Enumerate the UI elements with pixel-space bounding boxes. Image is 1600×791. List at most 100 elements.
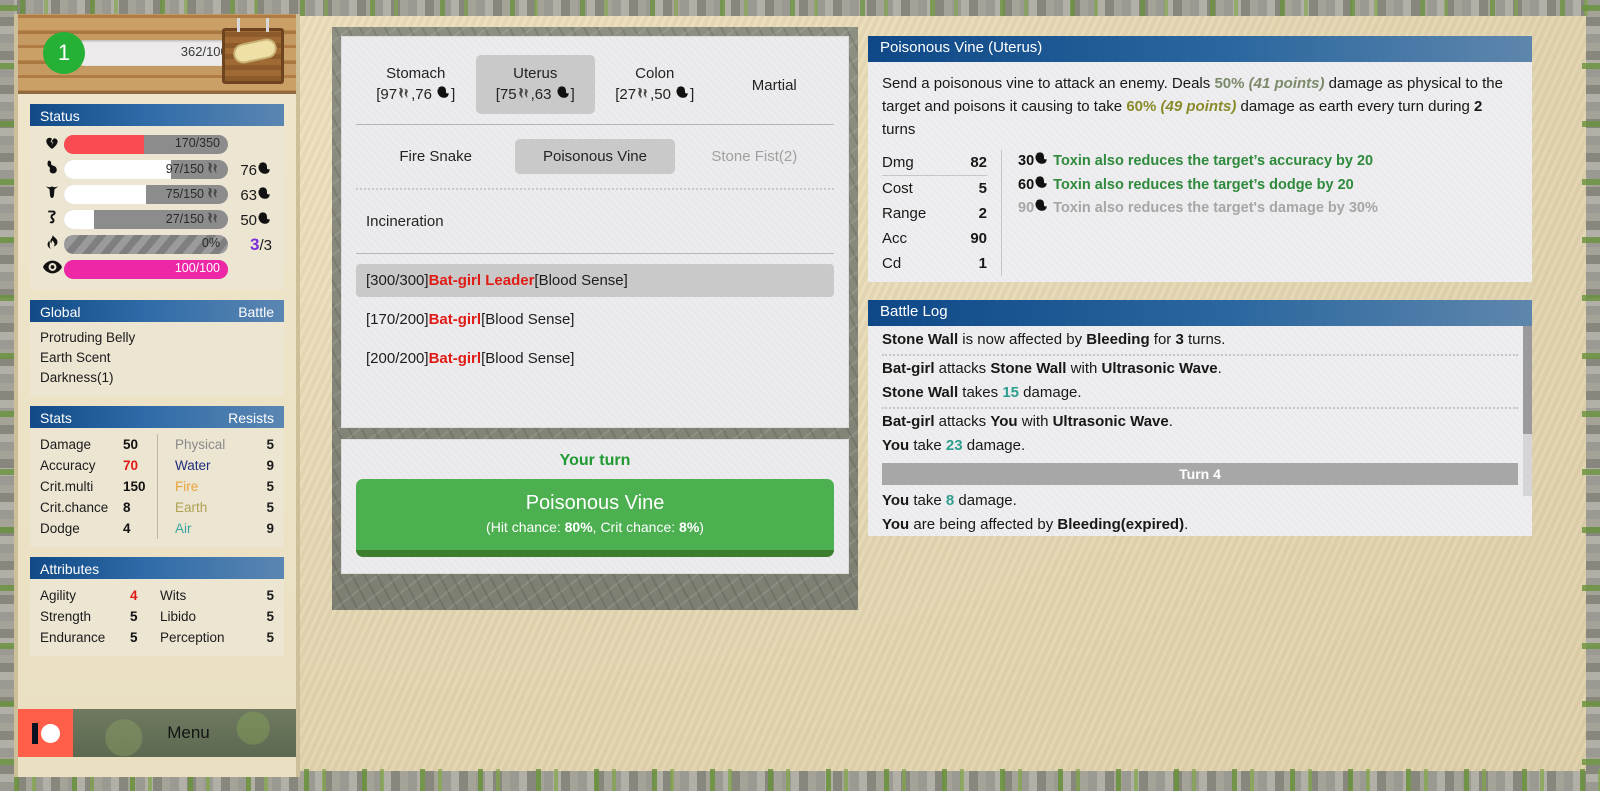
battle-log-scrollbar[interactable]: [1523, 326, 1532, 496]
patreon-dot: [40, 723, 60, 743]
enemy-target[interactable]: [170/200]Bat-girl[Blood Sense]: [356, 303, 834, 336]
resists-title: Resists: [228, 410, 274, 426]
ability-description-text: Send a poisonous vine to attack an enemy…: [882, 75, 1503, 138]
ability-fire-snake[interactable]: Fire Snake: [356, 139, 515, 174]
toxin-effect-text: Toxin also reduces the target’s accuracy…: [1053, 153, 1374, 169]
toxin-effect-text: Toxin also reduces the target's damage b…: [1053, 200, 1378, 216]
organ-tab-label: Uterus: [513, 65, 558, 82]
battle-log-line: You are being affected by Bleeding(expir…: [882, 516, 1189, 533]
border-left: [0, 0, 14, 791]
battle-log-line: Bat-girl attacks You with Ultrasonic Wav…: [882, 412, 1173, 430]
organ-tab-stomach[interactable]: Stomach [97,76 ]: [356, 55, 476, 114]
ability-description-panel: Poisonous Vine (Uterus) Send a poisonous…: [868, 36, 1532, 282]
poison-turns: 2: [1474, 98, 1483, 115]
turn-indicator: Your turn: [559, 452, 631, 469]
menu-button[interactable]: Menu: [73, 709, 296, 757]
resist-value: 5: [266, 437, 274, 452]
toxin-threshold: 60: [1018, 175, 1049, 193]
patreon-bar: [31, 722, 38, 744]
organ-tab-colon[interactable]: Colon [27,50 ]: [595, 55, 715, 114]
battle-log-line: Stone Wall is now affected by Bleeding f…: [882, 331, 1226, 348]
stats-card-body: Damage 50 Physical 5 Accuracy 70 Water 9 Crit.mu…: [30, 428, 284, 547]
stat-key: Crit.multi: [40, 479, 94, 494]
uterus-icon: [40, 183, 64, 206]
border-right: [1586, 0, 1600, 791]
resist-value: 5: [266, 500, 274, 515]
rope-right: [266, 18, 269, 32]
ability-row-1: Fire Snake Poisonous Vine Stone Fist(2): [356, 125, 834, 188]
status-bar-fill: [64, 135, 144, 154]
organ-tab-martial[interactable]: Martial: [715, 55, 835, 105]
global-card: Global Battle Protruding Belly Earth Scen…: [30, 300, 284, 396]
attribute-value: 5: [130, 630, 138, 645]
organ-tab-stats: [75,63 ]: [495, 86, 575, 103]
ability-row-2: Incineration: [356, 190, 834, 253]
combat-frame: Stomach [97,76 ] Uterus [75,63 ] Colon [27,50…: [332, 27, 858, 610]
stat-key: Crit.chance: [40, 500, 109, 515]
resist-key: Earth: [175, 500, 208, 515]
global-effects-list: Protruding Belly Earth Scent Darkness(1): [30, 322, 284, 396]
organ-tab-label: Stomach: [386, 65, 446, 82]
battle-log-body: Stone Wall is now affected by Bleeding f…: [868, 326, 1532, 536]
attribute-value: 5: [266, 609, 274, 624]
battle-log-scrollbar-thumb[interactable]: [1523, 326, 1532, 434]
status-bar-fill: [64, 160, 171, 179]
stats-separator: [157, 455, 165, 476]
use-ability-button[interactable]: Poisonous Vine (Hit chance: 80%, Crit ch…: [356, 479, 834, 557]
attributes-card: Attributes Agility 4 Wits 5 Strength 5 Libido 5…: [30, 557, 284, 656]
global-effect: Darkness(1): [40, 370, 114, 385]
status-row-extra: 63: [228, 186, 274, 204]
stats-separator: [157, 434, 165, 455]
stats-card: Stats Resists Damage 50 Physical 5 Accuracy 7…: [30, 406, 284, 547]
attribute-key: Perception: [160, 630, 225, 645]
toxin-threshold: 90: [1018, 199, 1049, 216]
ability-stat-key: Cd: [882, 255, 902, 272]
global-subtitle[interactable]: Battle: [238, 304, 274, 320]
status-bar-fill: [64, 210, 94, 229]
resist-key: Physical: [175, 437, 226, 452]
organ-tab-label: Martial: [751, 77, 797, 94]
attribute-key: Agility: [40, 588, 77, 603]
attribute-key: Endurance: [40, 630, 106, 645]
muscle-icon: [257, 211, 272, 228]
ability-stat-row: Dmg 82: [882, 150, 987, 176]
ability-poisonous-vine[interactable]: Poisonous Vine: [515, 139, 675, 174]
eye-icon: [40, 260, 64, 279]
toxin-threshold: 30: [1018, 152, 1049, 169]
enemy-target[interactable]: [300/300]Bat-girl Leader[Blood Sense]: [356, 264, 834, 297]
status-bar: 0%: [64, 235, 228, 254]
breath-icon: [206, 161, 220, 177]
hit-chance: 80%: [564, 519, 593, 535]
muscle-icon: [257, 161, 272, 178]
ability-stat-value: 90: [970, 230, 987, 247]
toxin-threshold-effect: 90 Toxin also reduces the target's damag…: [1018, 197, 1518, 221]
quest-scroll-icon[interactable]: [222, 18, 284, 84]
ability-incineration[interactable]: Incineration: [362, 204, 448, 239]
attribute-key: Wits: [160, 588, 187, 603]
ability-stat-value: 5: [978, 180, 987, 197]
enemy-name: Bat-girl Leader: [428, 272, 535, 289]
broken-heart-icon: [40, 134, 64, 156]
organ-tab-uterus[interactable]: Uterus [75,63 ]: [475, 55, 595, 114]
earth-percent: 60%: [1126, 98, 1157, 115]
ability-stat-value: 1: [978, 255, 987, 272]
toxin-effect-list: 30 Toxin also reduces the target’s accur…: [1002, 150, 1518, 276]
enemy-tag: [Blood Sense]: [481, 350, 575, 367]
status-bar: 100/100: [64, 260, 228, 279]
attribute-value: 5: [266, 588, 274, 603]
organ-tab-stats: [27,50 ]: [615, 86, 695, 103]
status-bar-fill: [64, 185, 146, 204]
battle-log-entries[interactable]: Stone Wall is now affected by Bleeding f…: [868, 326, 1532, 536]
global-card-header: Global Battle: [30, 300, 284, 322]
ability-stat-value: 2: [978, 205, 987, 222]
status-row-extra: 50: [228, 211, 274, 229]
enemy-target[interactable]: [200/200]Bat-girl[Blood Sense]: [356, 342, 834, 375]
status-bar-value: 97/150: [166, 161, 220, 177]
status-title: Status: [40, 108, 80, 124]
xp-header: 1 362/1000: [18, 14, 296, 94]
ability-description-body: Send a poisonous vine to attack an enemy…: [868, 62, 1532, 282]
status-bar: 27/150: [64, 210, 228, 229]
attribute-value: 4: [130, 588, 138, 603]
patreon-icon[interactable]: [18, 709, 73, 757]
battle-log-header: Battle Log: [868, 300, 1532, 326]
